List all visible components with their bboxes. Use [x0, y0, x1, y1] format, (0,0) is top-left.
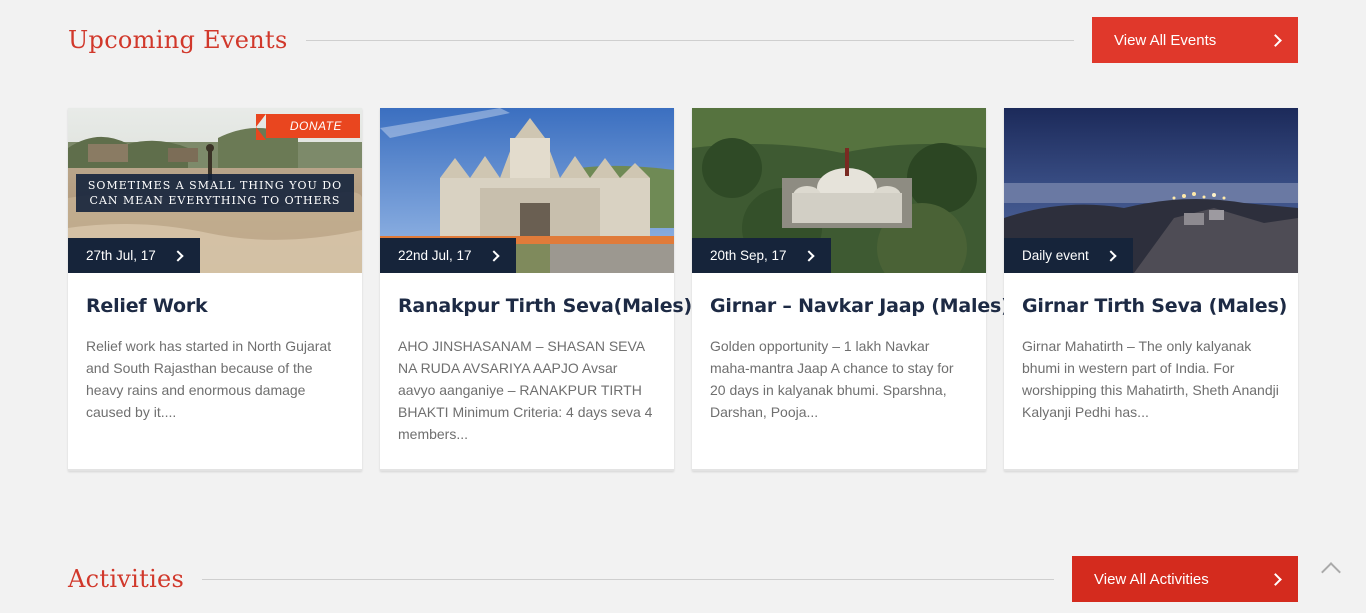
chevron-up-icon[interactable] — [1321, 562, 1341, 582]
events-section-header: Upcoming Events View All Events — [68, 17, 1298, 63]
view-all-events-label: View All Events — [1114, 31, 1217, 49]
event-description: AHO JINSHASANAM – SHASAN SEVA NA RUDA AV… — [398, 338, 653, 442]
events-list: DONATE SOMETIMES A SMALL THING YOU DO CA… — [68, 108, 1298, 471]
event-date-badge[interactable]: 20th Sep, 17 — [692, 238, 831, 273]
view-all-activities-button[interactable]: View All Activities — [1072, 556, 1298, 602]
event-image-overlay-text: SOMETIMES A SMALL THING YOU DO CAN MEAN … — [76, 174, 354, 212]
chevron-right-icon — [1105, 249, 1117, 262]
chevron-right-icon — [172, 249, 184, 262]
event-date-badge[interactable]: 27th Jul, 17 — [68, 238, 200, 273]
event-description: Relief work has started in North Gujarat… — [86, 338, 332, 420]
chevron-right-icon — [487, 249, 500, 262]
events-section-title: Upcoming Events — [68, 26, 288, 54]
chevron-right-icon — [1269, 572, 1282, 586]
activities-section-title: Activities — [68, 565, 185, 593]
event-image-relief-work[interactable]: DONATE SOMETIMES A SMALL THING YOU DO CA… — [68, 108, 362, 273]
event-card-ranakpur[interactable]: 22nd Jul, 17 Ranakpur Tirth Seva(Males) … — [380, 108, 692, 471]
event-description: Girnar Mahatirth – The only kalyanak bhu… — [1022, 338, 1279, 420]
event-date: 20th Sep, 17 — [710, 248, 787, 263]
chevron-right-icon — [802, 249, 815, 262]
event-card-girnar-seva[interactable]: Daily event Girnar Tirth Seva (Males) Gi… — [1004, 108, 1298, 471]
chevron-right-icon — [1269, 33, 1282, 47]
event-date: Daily event — [1022, 248, 1089, 263]
event-title[interactable]: Girnar – Navkar Jaap (Males) — [710, 295, 1010, 317]
event-image-girnar-navkar[interactable]: 20th Sep, 17 — [692, 108, 986, 273]
donate-ribbon[interactable]: DONATE — [255, 114, 360, 140]
section-divider — [305, 39, 1074, 41]
event-title[interactable]: Relief Work — [86, 295, 344, 317]
event-title[interactable]: Girnar Tirth Seva (Males) — [1022, 295, 1287, 317]
event-image-girnar-seva[interactable]: Daily event — [1004, 108, 1298, 273]
event-description: Golden opportunity – 1 lakh Navkar maha-… — [710, 338, 954, 420]
event-date-badge[interactable]: Daily event — [1004, 238, 1133, 273]
view-all-activities-label: View All Activities — [1094, 570, 1209, 588]
section-divider — [202, 578, 1054, 580]
event-card-girnar-navkar[interactable]: 20th Sep, 17 Girnar – Navkar Jaap (Males… — [692, 108, 1010, 471]
event-date-badge[interactable]: 22nd Jul, 17 — [380, 238, 516, 273]
event-card-relief-work[interactable]: DONATE SOMETIMES A SMALL THING YOU DO CA… — [68, 108, 362, 471]
event-date: 22nd Jul, 17 — [398, 248, 472, 263]
activities-section-header: Activities View All Activities — [68, 556, 1298, 602]
event-image-ranakpur[interactable]: 22nd Jul, 17 — [380, 108, 674, 273]
event-title[interactable]: Ranakpur Tirth Seva(Males) — [398, 295, 692, 317]
event-date: 27th Jul, 17 — [86, 248, 156, 263]
view-all-events-button[interactable]: View All Events — [1092, 17, 1298, 63]
